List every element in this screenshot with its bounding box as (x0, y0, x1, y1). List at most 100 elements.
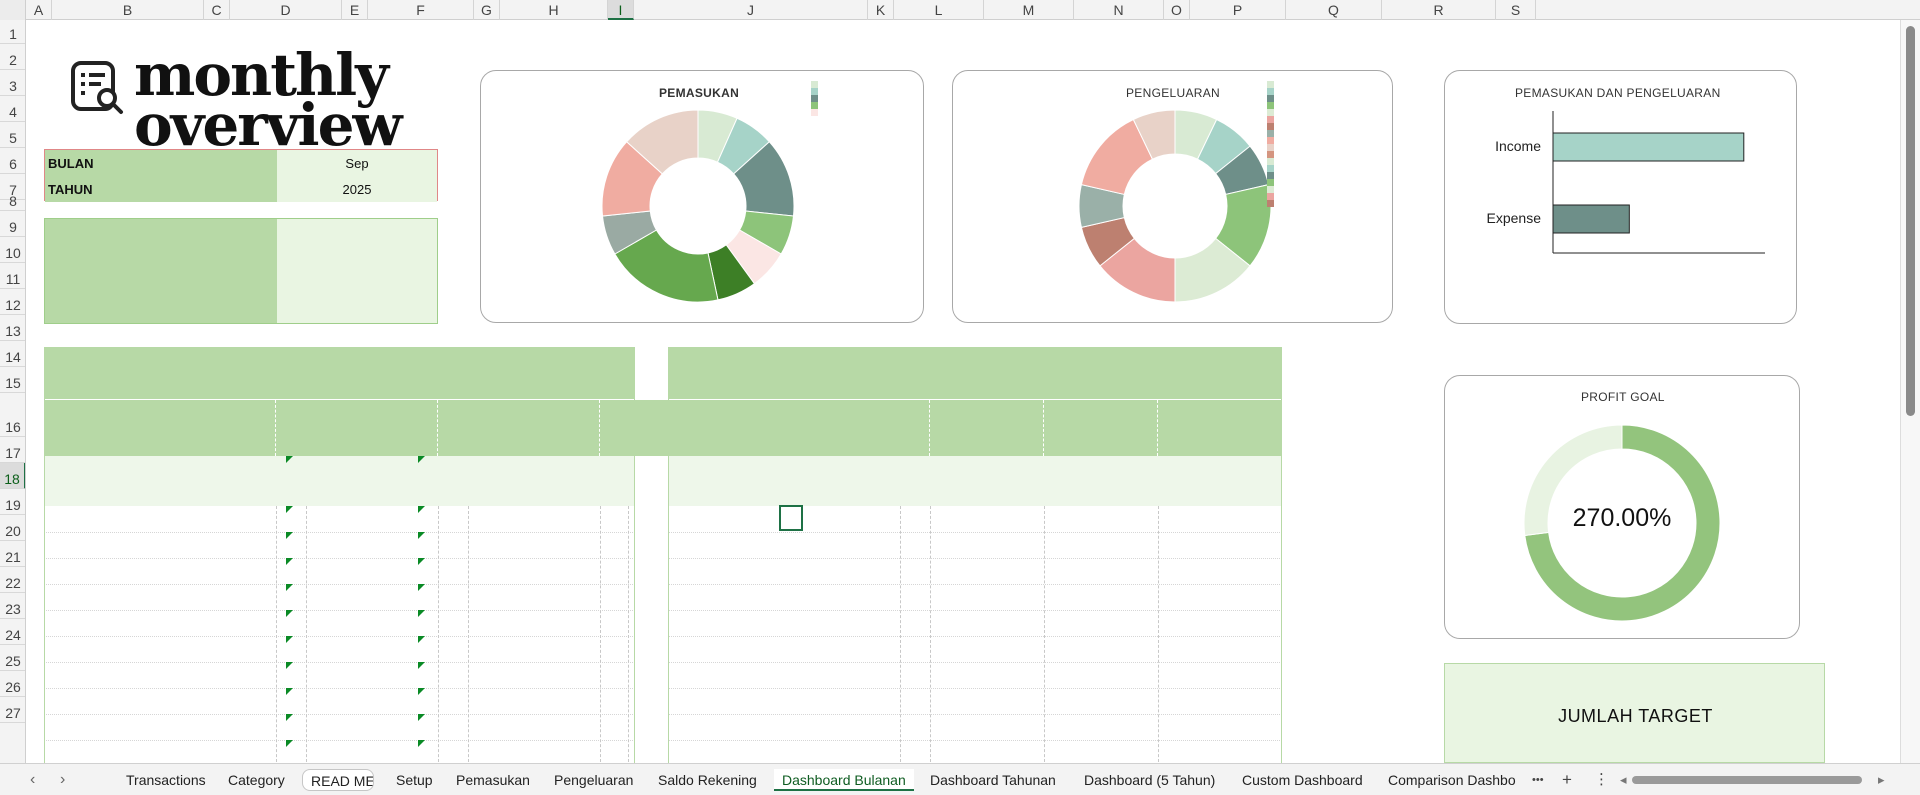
row-header-21[interactable]: 21 (0, 541, 25, 567)
expense-total-cell[interactable] (1158, 636, 1282, 662)
expense-amount-cell[interactable] (930, 558, 1040, 584)
horizontal-scroll-thumb[interactable] (1632, 776, 1862, 784)
income-tax-cell[interactable] (466, 558, 574, 584)
row-header-27[interactable]: 27 (0, 697, 25, 723)
expense-amount-cell[interactable] (930, 714, 1040, 740)
column-header-S[interactable]: S (1496, 0, 1536, 20)
sheet-tab-category[interactable]: Category (220, 769, 292, 791)
expense-total-cell[interactable] (1158, 740, 1282, 763)
row-header-3[interactable]: 3 (0, 70, 25, 96)
select-all-corner[interactable] (0, 0, 26, 20)
income-total-cell[interactable] (574, 610, 635, 636)
column-header-O[interactable]: O (1164, 0, 1190, 20)
income-after-tax-cell[interactable] (306, 532, 436, 558)
income-total-cell[interactable] (574, 688, 635, 714)
sheet-tab-pemasukan[interactable]: Pemasukan (448, 769, 532, 791)
column-header-G[interactable]: G (474, 0, 500, 20)
income-after-tax-cell[interactable] (306, 558, 436, 584)
income-tax-cell[interactable] (466, 662, 574, 688)
row-header-8[interactable]: 8 (0, 193, 25, 211)
income-after-tax-cell[interactable] (306, 584, 436, 610)
row-header-16[interactable]: 16 (0, 393, 25, 437)
column-header-Q[interactable]: Q (1286, 0, 1382, 20)
column-header-E[interactable]: E (342, 0, 368, 20)
prev-sheet-icon[interactable]: ‹ (22, 769, 43, 791)
income-tax-cell[interactable] (466, 688, 574, 714)
expense-total-cell[interactable] (1158, 584, 1282, 610)
income-after-tax-cell[interactable] (306, 610, 436, 636)
income-after-tax-cell[interactable] (306, 506, 436, 532)
expense-amount-cell[interactable] (930, 688, 1040, 714)
income-after-tax-cell[interactable] (306, 714, 436, 740)
income-expense-bar-card[interactable]: PEMASUKAN DAN PENGELUARAN Income Expense (1444, 70, 1797, 324)
column-header-J[interactable]: J (634, 0, 868, 20)
vertical-scroll-thumb[interactable] (1906, 26, 1915, 416)
expense-total-cell[interactable] (1158, 688, 1282, 714)
column-header-D[interactable]: D (230, 0, 342, 20)
expense-tax-cell[interactable] (1044, 610, 1138, 636)
income-tax-cell[interactable] (466, 584, 574, 610)
income-total-cell[interactable] (574, 506, 635, 532)
row-header-22[interactable]: 22 (0, 567, 25, 593)
sheet-tab-transactions[interactable]: Transactions (118, 769, 210, 791)
income-tax-cell[interactable] (466, 740, 574, 763)
column-header-P[interactable]: P (1190, 0, 1286, 20)
add-sheet-icon[interactable]: + (1554, 769, 1580, 791)
income-total-cell[interactable] (574, 558, 635, 584)
row-header-17[interactable]: 17 (0, 437, 25, 463)
income-tax-cell[interactable] (466, 610, 574, 636)
expense-amount-cell[interactable] (930, 740, 1040, 763)
income-total-cell[interactable] (574, 532, 635, 558)
income-tax-cell[interactable] (466, 714, 574, 740)
expense-tax-cell[interactable] (1044, 688, 1138, 714)
sheet-tab-read-me[interactable]: READ ME (302, 769, 374, 791)
expense-total-cell[interactable] (1158, 506, 1282, 532)
row-header-4[interactable]: 4 (0, 96, 25, 122)
row-header-24[interactable]: 24 (0, 619, 25, 645)
column-header-C[interactable]: C (204, 0, 230, 20)
row-header-19[interactable]: 19 (0, 489, 25, 515)
profit-goal-card[interactable]: PROFIT GOAL 270.00% (1444, 375, 1800, 639)
expense-tax-cell[interactable] (1044, 584, 1138, 610)
expense-tax-cell[interactable] (1044, 558, 1138, 584)
active-cell[interactable] (779, 505, 803, 531)
expense-amount-cell[interactable] (930, 610, 1040, 636)
vertical-scrollbar[interactable] (1900, 20, 1920, 763)
expense-total-cell[interactable] (1158, 532, 1282, 558)
sheet-tab-setup[interactable]: Setup (388, 769, 438, 791)
income-after-tax-cell[interactable] (306, 636, 436, 662)
row-header-2[interactable]: 2 (0, 44, 25, 70)
row-header-18[interactable]: 18 (0, 463, 25, 489)
row-header-1[interactable]: 1 (0, 20, 25, 44)
expense-amount-cell[interactable] (930, 506, 1040, 532)
expense-total-cell[interactable] (1158, 610, 1282, 636)
row-header-15[interactable]: 15 (0, 367, 25, 393)
expense-amount-cell[interactable] (930, 662, 1040, 688)
column-header-M[interactable]: M (984, 0, 1074, 20)
column-header-N[interactable]: N (1074, 0, 1164, 20)
sheet-tab-pengeluaran[interactable]: Pengeluaran (546, 769, 638, 791)
expense-amount-cell[interactable] (930, 636, 1040, 662)
column-header-R[interactable]: R (1382, 0, 1496, 20)
expense-tax-cell[interactable] (1044, 662, 1138, 688)
income-after-tax-cell[interactable] (306, 662, 436, 688)
income-tax-cell[interactable] (466, 532, 574, 558)
expense-amount-cell[interactable] (930, 584, 1040, 610)
sheet-tab-dashboard-5-tahun-[interactable]: Dashboard (5 Tahun) (1076, 769, 1222, 791)
worksheet-grid[interactable]: monthly overview BULAN Sep TAHUN 2025 PE… (26, 20, 1900, 763)
income-tax-cell[interactable] (466, 636, 574, 662)
expense-total-cell[interactable] (1158, 662, 1282, 688)
scroll-right-icon[interactable]: ▸ (1870, 769, 1893, 791)
row-header-5[interactable]: 5 (0, 122, 25, 148)
column-header-K[interactable]: K (868, 0, 894, 20)
more-sheets-icon[interactable]: ••• (1524, 769, 1552, 791)
column-header-I[interactable]: I (608, 0, 634, 20)
row-header-26[interactable]: 26 (0, 671, 25, 697)
month-value[interactable]: Sep (277, 150, 437, 176)
column-header-L[interactable]: L (894, 0, 984, 20)
row-header-12[interactable]: 12 (0, 289, 25, 315)
year-value[interactable]: 2025 (277, 176, 437, 202)
row-header-11[interactable]: 11 (0, 263, 25, 289)
sheet-tab-dashboard-bulanan[interactable]: Dashboard Bulanan (774, 769, 914, 791)
column-header-F[interactable]: F (368, 0, 474, 20)
